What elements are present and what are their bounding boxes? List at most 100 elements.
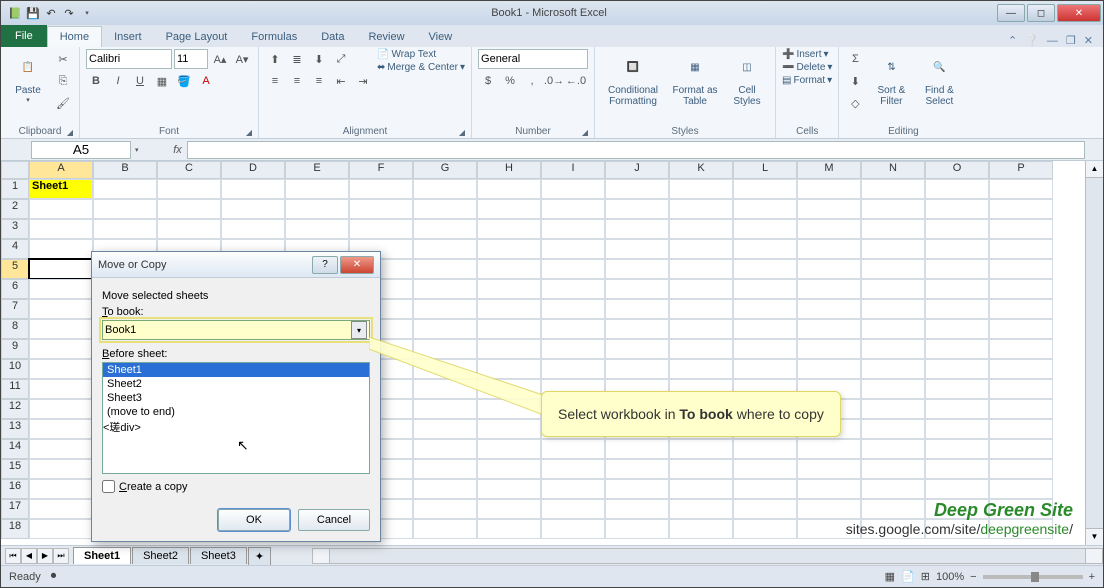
row-header[interactable]: 11 [1, 379, 29, 399]
clipboard-launcher-icon[interactable]: ◢ [67, 128, 73, 137]
font-name-input[interactable] [86, 49, 172, 69]
sheet-tab-2[interactable]: Sheet2 [132, 547, 189, 564]
vertical-scrollbar[interactable] [1085, 161, 1103, 545]
bold-button[interactable]: B [86, 71, 106, 91]
save-icon[interactable]: 💾 [25, 5, 41, 21]
col-header[interactable]: H [477, 161, 541, 179]
row-header[interactable]: 14 [1, 439, 29, 459]
row-header[interactable]: 15 [1, 459, 29, 479]
row-header[interactable]: 9 [1, 339, 29, 359]
row-header[interactable]: 1 [1, 179, 29, 199]
tab-review[interactable]: Review [356, 27, 416, 47]
normal-view-icon[interactable]: ▦ [885, 570, 895, 583]
list-item[interactable]: Sheet3 [103, 391, 369, 405]
italic-button[interactable]: I [108, 71, 128, 91]
col-header[interactable]: E [285, 161, 349, 179]
alignment-launcher-icon[interactable]: ◢ [459, 128, 465, 137]
redo-icon[interactable]: ↷ [61, 5, 77, 21]
shrink-font-icon[interactable]: A▾ [232, 49, 252, 69]
row-header[interactable]: 10 [1, 359, 29, 379]
col-header[interactable]: J [605, 161, 669, 179]
underline-button[interactable]: U [130, 71, 150, 91]
ok-button[interactable]: OK [218, 509, 290, 531]
cell-a1[interactable]: Sheet1 [29, 179, 93, 199]
paste-button[interactable]: 📋 Paste ▾ [7, 49, 49, 106]
row-header[interactable]: 12 [1, 399, 29, 419]
row-header[interactable]: 18 [1, 519, 29, 539]
align-bottom-icon[interactable]: ⬇ [309, 49, 329, 69]
col-header[interactable]: B [93, 161, 157, 179]
col-header[interactable]: N [861, 161, 925, 179]
last-sheet-icon[interactable]: ⏭ [53, 548, 69, 564]
first-sheet-icon[interactable]: ⏮ [5, 548, 21, 564]
qat-customize-icon[interactable]: ▾ [79, 5, 95, 21]
border-icon[interactable]: ▦ [152, 71, 172, 91]
list-item[interactable]: (move to end) [103, 405, 369, 419]
macro-record-icon[interactable]: ⏺ [51, 570, 57, 583]
col-header[interactable]: P [989, 161, 1053, 179]
comma-icon[interactable]: , [522, 71, 542, 91]
sheet-tab-3[interactable]: Sheet3 [190, 547, 247, 564]
row-header[interactable]: 4 [1, 239, 29, 259]
minimize-button[interactable]: — [997, 4, 1025, 22]
namebox-dropdown-icon[interactable]: ▾ [135, 146, 139, 154]
before-sheet-listbox[interactable]: Sheet1 Sheet2 Sheet3 (move to end) <瑳div… [102, 362, 370, 474]
page-layout-view-icon[interactable]: 📄 [901, 570, 915, 583]
find-select-button[interactable]: 🔍Find & Select [917, 49, 961, 109]
create-copy-checkbox[interactable]: Create a copy [102, 480, 370, 493]
conditional-formatting-button[interactable]: 🔲Conditional Formatting [601, 49, 665, 109]
tab-data[interactable]: Data [309, 27, 356, 47]
dropdown-arrow-icon[interactable]: ▾ [351, 321, 367, 339]
clear-icon[interactable]: ◇ [845, 93, 865, 113]
formula-input[interactable] [187, 141, 1085, 159]
row-header[interactable]: 8 [1, 319, 29, 339]
workbook-close-icon[interactable]: ✕ [1084, 34, 1093, 47]
prev-sheet-icon[interactable]: ◀ [21, 548, 37, 564]
to-book-dropdown[interactable]: Book1 ▾ [102, 320, 370, 340]
increase-indent-icon[interactable]: ⇥ [353, 71, 373, 91]
row-header[interactable]: 16 [1, 479, 29, 499]
new-sheet-icon[interactable]: ✦ [248, 547, 271, 565]
fx-icon[interactable]: fx [169, 144, 187, 156]
copy-icon[interactable]: ⎘ [53, 71, 73, 91]
tab-view[interactable]: View [417, 27, 465, 47]
undo-icon[interactable]: ↶ [43, 5, 59, 21]
col-header[interactable]: L [733, 161, 797, 179]
row-header[interactable]: 2 [1, 199, 29, 219]
zoom-out-icon[interactable]: − [970, 571, 976, 583]
align-middle-icon[interactable]: ≣ [287, 49, 307, 69]
row-header[interactable]: 6 [1, 279, 29, 299]
sheet-tab-1[interactable]: Sheet1 [73, 547, 131, 564]
tab-home[interactable]: Home [47, 26, 102, 47]
select-all-corner[interactable] [1, 161, 29, 179]
tab-insert[interactable]: Insert [102, 27, 154, 47]
zoom-in-icon[interactable]: + [1089, 571, 1095, 583]
name-box[interactable] [31, 141, 131, 159]
col-header[interactable]: F [349, 161, 413, 179]
autosum-icon[interactable]: Σ [845, 49, 865, 69]
fill-icon[interactable]: ⬇ [845, 71, 865, 91]
col-header[interactable]: K [669, 161, 733, 179]
zoom-slider[interactable] [983, 575, 1083, 579]
font-color-icon[interactable]: A [196, 71, 216, 91]
cell-a5[interactable] [29, 259, 93, 279]
number-launcher-icon[interactable]: ◢ [582, 128, 588, 137]
row-header[interactable]: 3 [1, 219, 29, 239]
next-sheet-icon[interactable]: ▶ [37, 548, 53, 564]
percent-icon[interactable]: % [500, 71, 520, 91]
col-header[interactable]: I [541, 161, 605, 179]
increase-decimal-icon[interactable]: .0→ [544, 71, 564, 91]
create-copy-input[interactable] [102, 480, 115, 493]
workbook-minimize-icon[interactable]: — [1047, 35, 1058, 47]
dialog-close-icon[interactable]: ✕ [340, 256, 374, 274]
accounting-icon[interactable]: $ [478, 71, 498, 91]
merge-center-button[interactable]: ⬌ Merge & Center ▾ [377, 62, 465, 73]
horizontal-scrollbar[interactable] [312, 548, 1103, 564]
align-top-icon[interactable]: ⬆ [265, 49, 285, 69]
insert-cells-button[interactable]: ➕ Insert ▾ [782, 49, 829, 60]
tab-formulas[interactable]: Formulas [239, 27, 309, 47]
row-header[interactable]: 7 [1, 299, 29, 319]
cell-styles-button[interactable]: ◫Cell Styles [725, 49, 769, 109]
list-item[interactable]: Sheet2 [103, 377, 369, 391]
minimize-ribbon-icon[interactable]: ⌃ [1008, 34, 1017, 47]
